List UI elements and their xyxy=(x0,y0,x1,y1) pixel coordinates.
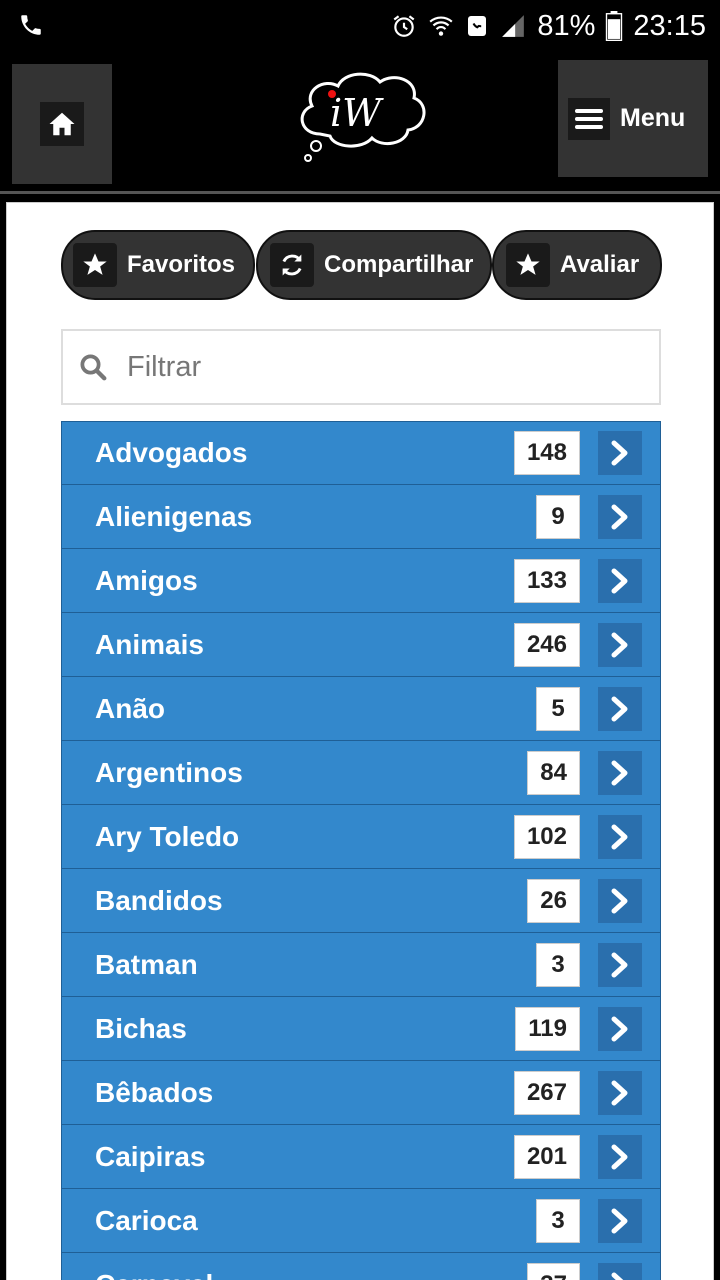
count-badge: 3 xyxy=(536,942,580,987)
hamburger-icon xyxy=(568,97,610,140)
count-badge: 26 xyxy=(527,878,580,923)
list-item[interactable]: Bêbados 267 xyxy=(61,1061,661,1125)
count-badge: 102 xyxy=(513,814,580,859)
battery-icon xyxy=(606,11,623,41)
category-name: Caipiras xyxy=(95,1140,206,1172)
category-name: Batman xyxy=(95,948,198,980)
star-icon xyxy=(506,243,550,287)
chevron-right-icon[interactable] xyxy=(598,558,642,603)
category-name: Ary Toledo xyxy=(95,820,240,852)
count-badge: 201 xyxy=(513,1134,580,1179)
count-badge: 5 xyxy=(536,686,580,731)
count-badge: 246 xyxy=(513,622,580,667)
chevron-right-icon[interactable] xyxy=(598,750,642,795)
list-item[interactable]: Anão 5 xyxy=(61,677,661,741)
status-bar: 81% 23:15 xyxy=(0,0,720,52)
chevron-right-icon[interactable] xyxy=(598,1006,642,1051)
menu-button[interactable]: Menu xyxy=(558,60,708,177)
category-name: Argentinos xyxy=(95,756,243,788)
logo-text: iW xyxy=(330,91,384,135)
share-label: Compartilhar xyxy=(324,251,474,278)
refresh-icon xyxy=(270,243,314,287)
chevron-right-icon[interactable] xyxy=(598,494,642,539)
battery-percentage: 81% xyxy=(537,9,596,42)
count-badge: 133 xyxy=(513,558,580,603)
app-header: iW Menu xyxy=(0,52,720,194)
chevron-right-icon[interactable] xyxy=(598,431,642,475)
chevron-right-icon[interactable] xyxy=(598,1262,642,1280)
favorites-label: Favoritos xyxy=(127,251,236,278)
list-item[interactable]: Carnaval37 xyxy=(61,1253,661,1280)
list-item[interactable]: Caipiras 201 xyxy=(61,1125,661,1189)
share-button[interactable]: Compartilhar xyxy=(256,230,492,300)
wifi-icon xyxy=(429,16,453,36)
category-name: Alienigenas xyxy=(95,500,253,532)
alarm-icon xyxy=(393,15,415,37)
category-list: Advogados 148 Alienigenas 9 Amigos 133 Animais… xyxy=(61,421,661,1280)
favorites-button[interactable]: Favoritos xyxy=(61,230,255,300)
chevron-right-icon[interactable] xyxy=(598,878,642,923)
list-item[interactable]: Advogados 148 xyxy=(61,421,661,485)
menu-label: Menu xyxy=(620,104,686,132)
main-content: Favoritos Compartilhar Avaliar Filtrar A… xyxy=(6,202,714,1280)
count-badge: 3 xyxy=(536,1198,580,1243)
count-badge: 148 xyxy=(513,431,580,475)
action-buttons: Favoritos Compartilhar Avaliar xyxy=(61,230,662,300)
list-item[interactable]: Bandidos 26 xyxy=(61,869,661,933)
chevron-right-icon[interactable] xyxy=(598,1134,642,1179)
category-name: Carnaval xyxy=(95,1269,527,1280)
list-item[interactable]: Argentinos 84 xyxy=(61,741,661,805)
rate-button[interactable]: Avaliar xyxy=(492,230,662,300)
list-item[interactable]: Ary Toledo 102 xyxy=(61,805,661,869)
home-button[interactable] xyxy=(12,64,112,184)
app-logo: iW xyxy=(290,64,434,170)
home-icon xyxy=(40,102,84,146)
list-item[interactable]: Amigos 133 xyxy=(61,549,661,613)
count-badge: 119 xyxy=(515,1006,580,1051)
signal-icon xyxy=(502,15,525,37)
filter-box xyxy=(61,329,661,405)
chevron-right-icon[interactable] xyxy=(598,1198,642,1243)
chevron-right-icon[interactable] xyxy=(598,814,642,859)
count-badge: 37 xyxy=(527,1262,580,1280)
list-item[interactable]: Bichas 119 xyxy=(61,997,661,1061)
list-item[interactable]: Animais 246 xyxy=(61,613,661,677)
category-name: Bêbados xyxy=(95,1076,214,1108)
filter-input[interactable] xyxy=(127,350,627,384)
clock: 23:15 xyxy=(633,9,706,42)
phone-icon xyxy=(21,15,41,35)
chevron-right-icon[interactable] xyxy=(598,622,642,667)
category-name: Animais xyxy=(95,628,204,660)
category-name: Bandidos xyxy=(95,884,223,916)
count-badge: 267 xyxy=(513,1070,580,1115)
list-item[interactable]: Carioca 3 xyxy=(61,1189,661,1253)
call-status-icon xyxy=(468,16,487,36)
rate-label: Avaliar xyxy=(560,251,640,278)
category-name: Carioca xyxy=(95,1204,198,1236)
chevron-right-icon[interactable] xyxy=(598,942,642,987)
list-item[interactable]: Alienigenas 9 xyxy=(61,485,661,549)
count-badge: 84 xyxy=(527,750,580,795)
list-item[interactable]: Batman 3 xyxy=(61,933,661,997)
search-icon xyxy=(73,352,113,382)
category-name: Advogados xyxy=(95,437,248,468)
chevron-right-icon[interactable] xyxy=(598,686,642,731)
chevron-right-icon[interactable] xyxy=(598,1070,642,1115)
star-icon xyxy=(73,243,117,287)
category-name: Bichas xyxy=(95,1012,187,1044)
category-name: Amigos xyxy=(95,564,198,596)
category-name: Anão xyxy=(95,692,165,724)
count-badge: 9 xyxy=(536,494,580,539)
